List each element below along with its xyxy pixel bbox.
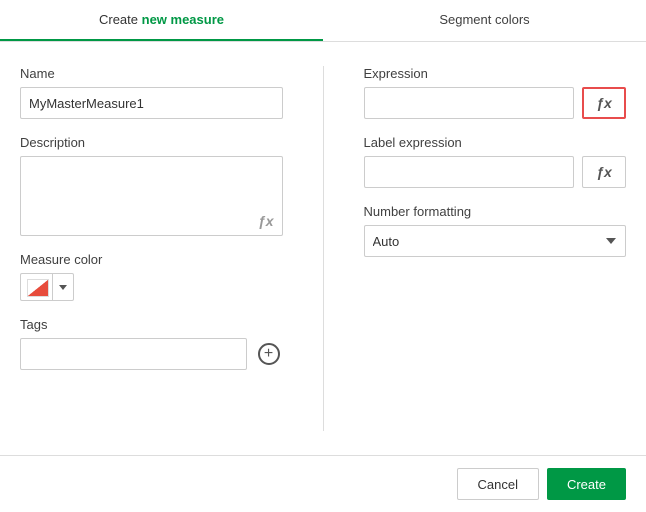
expression-fx-icon: ƒx: [596, 95, 612, 111]
measure-color-field-group: Measure color: [20, 252, 283, 301]
expression-row: ƒx: [364, 87, 627, 119]
expression-field-group: Expression ƒx: [364, 66, 627, 119]
footer: Cancel Create: [0, 455, 646, 512]
label-expression-fx-icon: ƒx: [596, 164, 612, 180]
number-formatting-label: Number formatting: [364, 204, 627, 219]
tags-input[interactable]: [20, 338, 247, 370]
label-expression-input[interactable]: [364, 156, 575, 188]
color-dropdown-button[interactable]: [52, 273, 74, 301]
tab-create-measure-label: Create new measure: [99, 12, 224, 27]
label-expression-fx-button[interactable]: ƒx: [582, 156, 626, 188]
name-input[interactable]: [20, 87, 283, 119]
number-formatting-select[interactable]: Auto Number Money Date Duration Custom: [364, 225, 627, 257]
expression-label: Expression: [364, 66, 627, 81]
label-expression-field-group: Label expression ƒx: [364, 135, 627, 188]
label-expression-label: Label expression: [364, 135, 627, 150]
tags-field-group: Tags +: [20, 317, 283, 370]
right-panel: Expression ƒx Label expression ƒx: [364, 66, 627, 431]
create-button[interactable]: Create: [547, 468, 626, 500]
description-field-group: Description ƒx: [20, 135, 283, 236]
number-formatting-field-group: Number formatting Auto Number Money Date…: [364, 204, 627, 257]
description-label: Description: [20, 135, 283, 150]
measure-color-label: Measure color: [20, 252, 283, 267]
panel-divider: [323, 66, 324, 431]
modal-container: Create new measure Segment colors Name D…: [0, 0, 646, 512]
tab-segment-colors[interactable]: Segment colors: [323, 0, 646, 41]
tab-segment-colors-label: Segment colors: [439, 12, 529, 27]
main-content: Name Description ƒx Measure color: [0, 42, 646, 455]
tabs-bar: Create new measure Segment colors: [0, 0, 646, 42]
add-tag-button[interactable]: +: [255, 340, 283, 368]
plus-circle-icon: +: [258, 343, 280, 365]
name-label: Name: [20, 66, 283, 81]
left-panel: Name Description ƒx Measure color: [20, 66, 283, 431]
color-picker-row: [20, 273, 283, 301]
tags-label: Tags: [20, 317, 283, 332]
description-area: ƒx: [20, 156, 283, 236]
color-swatch: [27, 279, 47, 295]
expression-fx-button[interactable]: ƒx: [582, 87, 626, 119]
label-expression-row: ƒx: [364, 156, 627, 188]
cancel-button[interactable]: Cancel: [457, 468, 539, 500]
description-input[interactable]: [21, 157, 282, 235]
color-swatch-box[interactable]: [20, 273, 52, 301]
tab-create-measure[interactable]: Create new measure: [0, 0, 323, 41]
chevron-down-icon: [59, 285, 67, 290]
number-formatting-select-wrapper: Auto Number Money Date Duration Custom: [364, 225, 627, 257]
expression-input[interactable]: [364, 87, 575, 119]
tags-row: +: [20, 338, 283, 370]
name-field-group: Name: [20, 66, 283, 119]
